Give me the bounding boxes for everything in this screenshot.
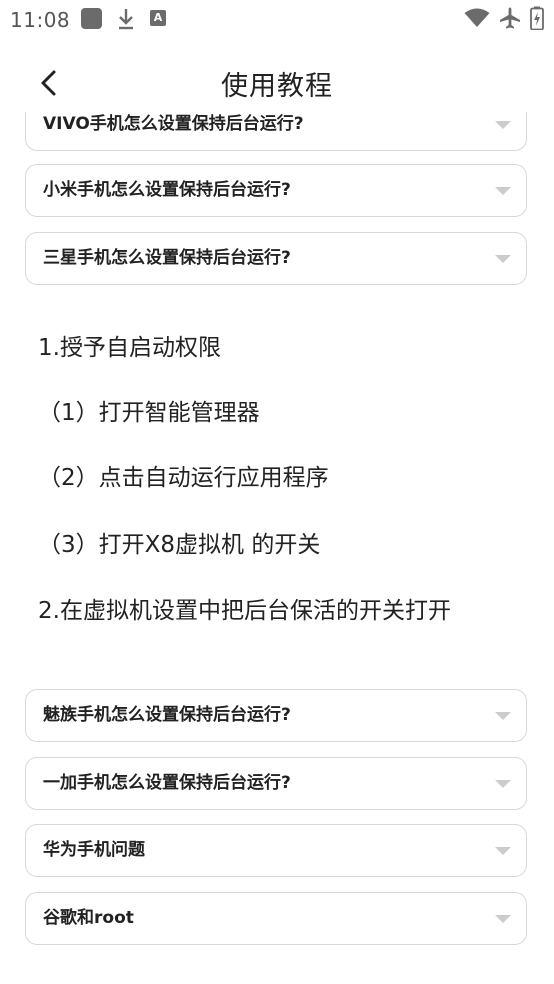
airplane-mode-icon — [498, 6, 522, 34]
sub-step-2: （2）点击自动运行应用程序 — [38, 465, 329, 491]
accordion-label: 谷歌和root — [43, 908, 134, 928]
chevron-down-icon — [495, 255, 511, 263]
sub-step-1: （1）打开智能管理器 — [38, 400, 260, 426]
status-bar: 11:08 A — [0, 0, 554, 38]
chevron-down-icon — [495, 712, 511, 720]
accordion-label: 小米手机怎么设置保持后台运行? — [43, 180, 291, 200]
chevron-down-icon — [495, 915, 511, 923]
accordion-label: VIVO手机怎么设置保持后台运行? — [43, 114, 304, 134]
download-icon — [116, 7, 136, 35]
accordion-label: 华为手机问题 — [43, 840, 145, 860]
accordion-label: 魅族手机怎么设置保持后台运行? — [43, 705, 291, 725]
step-2: 2.在虚拟机设置中把后台保活的开关打开 — [38, 598, 451, 624]
accordion-meizu[interactable]: 魅族手机怎么设置保持后台运行? — [25, 689, 527, 742]
accordion-vivo[interactable]: VIVO手机怎么设置保持后台运行? — [25, 112, 527, 151]
accordion-label: 三星手机怎么设置保持后台运行? — [43, 248, 291, 268]
accordion-xiaomi[interactable]: 小米手机怎么设置保持后台运行? — [25, 164, 527, 217]
status-time: 11:08 — [10, 8, 71, 32]
chevron-down-icon — [495, 187, 511, 195]
accordion-oneplus[interactable]: 一加手机怎么设置保持后台运行? — [25, 757, 527, 810]
accordion-samsung[interactable]: 三星手机怎么设置保持后台运行? — [25, 232, 527, 285]
chevron-down-icon — [495, 121, 511, 129]
accordion-huawei[interactable]: 华为手机问题 — [25, 824, 527, 877]
app-header: 使用教程 — [0, 52, 554, 112]
accordion-label: 一加手机怎么设置保持后台运行? — [43, 773, 291, 793]
chevron-down-icon — [495, 780, 511, 788]
accordion-google-root[interactable]: 谷歌和root — [25, 892, 527, 945]
sub-step-3: （3）打开X8虚拟机 的开关 — [38, 532, 321, 558]
app-notification-icon — [81, 8, 102, 29]
wifi-icon — [464, 8, 490, 32]
page-title: 使用教程 — [221, 71, 333, 102]
chevron-down-icon — [495, 847, 511, 855]
battery-charging-icon — [530, 6, 544, 34]
step-1: 1.授予自启动权限 — [38, 335, 221, 361]
a-badge-icon: A — [150, 10, 166, 26]
tutorial-content[interactable]: VIVO手机怎么设置保持后台运行? 小米手机怎么设置保持后台运行? 三星手机怎么… — [0, 112, 554, 984]
